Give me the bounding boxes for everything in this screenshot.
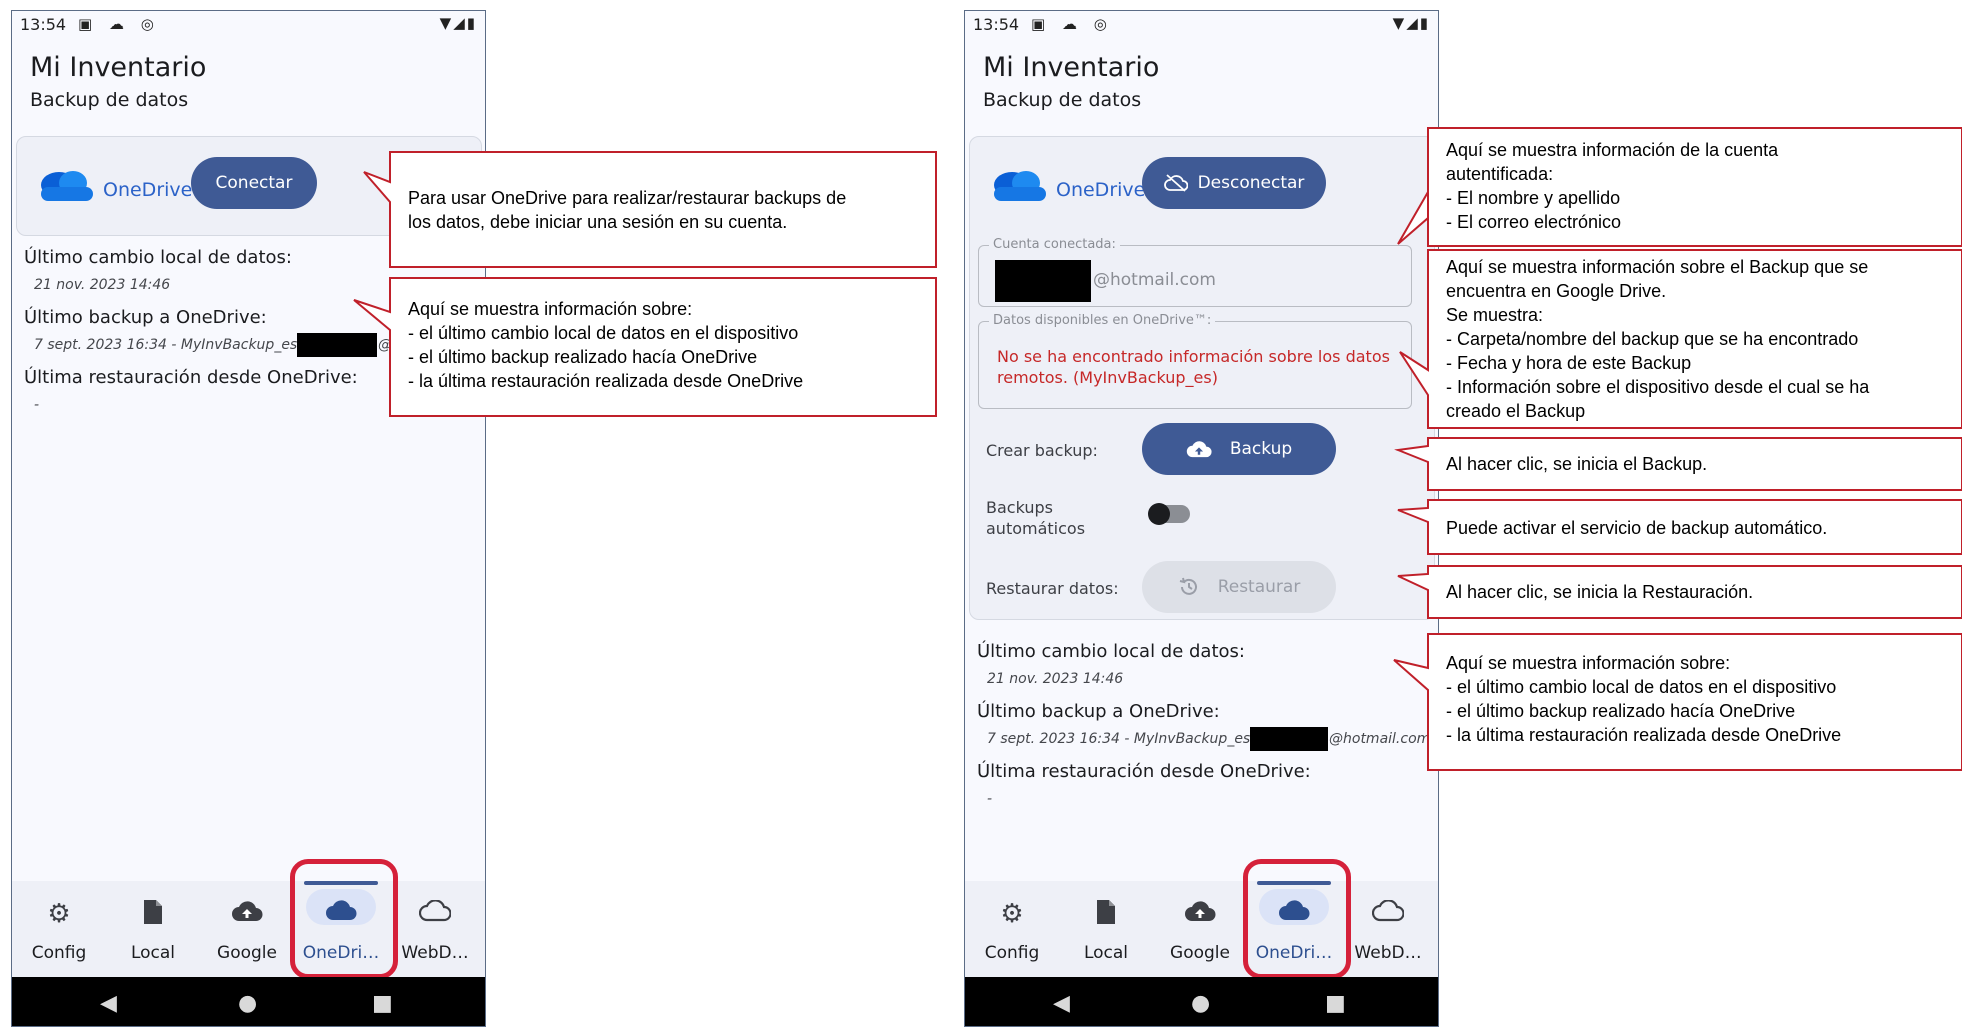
callout-right-backup-info: Aquí se muestra información sobre el Bac… bbox=[1446, 257, 1870, 421]
callout-right-account: Aquí se muestra información de la cuenta… bbox=[1446, 140, 1779, 232]
callout-right-restore: Al hacer clic, se inicia la Restauración… bbox=[1446, 582, 1754, 602]
callout-right-info: Aquí se muestra información sobre: - el … bbox=[1446, 653, 1842, 745]
callout-right-backup-click: Al hacer clic, se inicia el Backup. bbox=[1446, 454, 1708, 474]
callout-left-info: Aquí se muestra información sobre: - el … bbox=[408, 299, 804, 391]
callout-left-connect: Para usar OneDrive para realizar/restaur… bbox=[408, 188, 847, 232]
callout-right-auto: Puede activar el servicio de backup auto… bbox=[1446, 518, 1828, 538]
